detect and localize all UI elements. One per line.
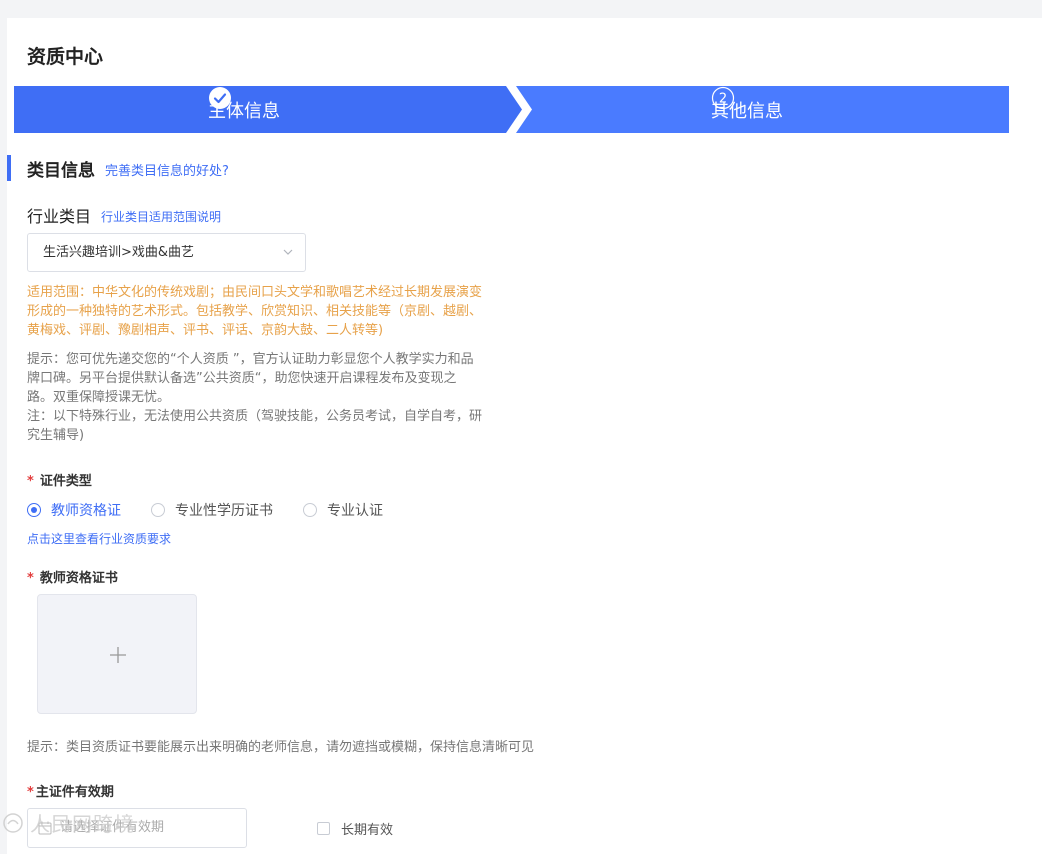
radio-dot bbox=[27, 503, 41, 517]
section-title: 类目信息 bbox=[27, 161, 95, 181]
section-benefit-link[interactable]: 完善类目信息的好处? bbox=[105, 160, 229, 179]
section-accent-bar bbox=[7, 155, 11, 181]
industry-select-value: 生活兴趣培训>戏曲&曲艺 bbox=[43, 245, 195, 260]
industry-requirements-link[interactable]: 点击这里查看行业资质要求 bbox=[27, 530, 171, 547]
upload-tip: 提示：类目资质证书要能展示出来明确的老师信息，请勿遮挡或模糊，保持信息清晰可见 bbox=[27, 740, 535, 755]
main-card: 资质中心 主体信息 2 其他信息 类目信息 完善类目信息的好处? 行业类目 行业… bbox=[7, 18, 1042, 854]
required-asterisk: * bbox=[27, 571, 34, 586]
number-circle-icon: 2 bbox=[711, 86, 735, 110]
cert-upload-box[interactable] bbox=[37, 594, 197, 714]
tip-line: 提示：您可优先递交您的“个人资质 ”，官方认证助力彰显您个人教学实力和品 bbox=[27, 352, 474, 367]
step-number: 2 bbox=[719, 92, 727, 107]
radio-academic-cert[interactable]: 专业性学历证书 bbox=[151, 500, 273, 520]
cert-type-label: * 证件类型 bbox=[27, 470, 92, 489]
industry-label: 行业类目 bbox=[27, 207, 92, 226]
teacher-cert-label: * 教师资格证书 bbox=[27, 567, 118, 586]
radio-label: 专业认证 bbox=[327, 503, 383, 519]
radio-teacher-cert[interactable]: 教师资格证 bbox=[27, 500, 121, 520]
plus-icon bbox=[110, 647, 126, 663]
scope-line: 适用范围：中华文化的传统戏剧；由民间口头文学和歌唱艺术经过长期发展演变 bbox=[27, 285, 483, 300]
industry-scope-text: 适用范围：中华文化的传统戏剧；由民间口头文学和歌唱艺术经过长期发展演变 形成的一… bbox=[27, 283, 527, 340]
radio-label: 教师资格证 bbox=[51, 503, 121, 519]
validity-label-text: 主证件有效期 bbox=[35, 785, 114, 800]
tip-line: 路。双重保障授课无忧。 bbox=[27, 390, 171, 405]
radio-label: 专业性学历证书 bbox=[175, 503, 273, 519]
steps-background bbox=[14, 86, 1009, 133]
industry-scope-link[interactable]: 行业类目适用范围说明 bbox=[101, 208, 221, 225]
tip-line: 究生辅导) bbox=[27, 428, 85, 443]
page-title: 资质中心 bbox=[27, 46, 104, 68]
long-term-label: 长期有效 bbox=[341, 823, 394, 838]
checkbox-box bbox=[317, 822, 330, 835]
required-asterisk: * bbox=[27, 785, 34, 800]
radio-professional-cert[interactable]: 专业认证 bbox=[303, 500, 383, 520]
long-term-checkbox[interactable]: 长期有效 bbox=[317, 819, 393, 838]
teacher-cert-label-text: 教师资格证书 bbox=[39, 571, 118, 586]
tip-line: 牌口碑。另平台提供默认备选”公共资质“，助您快速开启课程发布及变现之 bbox=[27, 371, 457, 386]
check-circle-icon bbox=[209, 87, 231, 109]
cert-type-radio-group: 教师资格证 专业性学历证书 专业认证 bbox=[27, 500, 413, 520]
scope-line: 形成的一种独特的艺术形式。包括教学、欣赏知识、相关技能等（京剧、越剧、 bbox=[27, 304, 483, 319]
tip-line: 注：以下特殊行业，无法使用公共资质（驾驶技能，公务员考试，自学自考，研 bbox=[27, 409, 483, 424]
radio-dot bbox=[151, 503, 165, 517]
step-other-info[interactable]: 2 其他信息 bbox=[711, 86, 783, 133]
industry-tips-text: 提示：您可优先递交您的“个人资质 ”，官方认证助力彰显您个人教学实力和品 牌口碑… bbox=[27, 350, 527, 445]
scope-line: 黄梅戏、评剧、豫剧相声、评书、评话、京韵大鼓、二人转等) bbox=[27, 323, 384, 338]
validity-label: * 主证件有效期 bbox=[27, 781, 114, 800]
industry-select[interactable]: 生活兴趣培训>戏曲&曲艺 bbox=[27, 233, 306, 272]
required-asterisk: * bbox=[27, 474, 34, 489]
watermark-text: 人民网跨境 bbox=[30, 812, 135, 836]
step-main-info[interactable]: 主体信息 bbox=[208, 86, 280, 133]
watermark-logo-icon bbox=[3, 812, 23, 833]
steps-bar: 主体信息 2 其他信息 bbox=[14, 86, 1009, 133]
watermark: 人民网跨境 bbox=[2, 808, 135, 837]
cert-type-label-text: 证件类型 bbox=[39, 474, 92, 489]
chevron-down-icon bbox=[283, 249, 293, 255]
radio-dot bbox=[303, 503, 317, 517]
